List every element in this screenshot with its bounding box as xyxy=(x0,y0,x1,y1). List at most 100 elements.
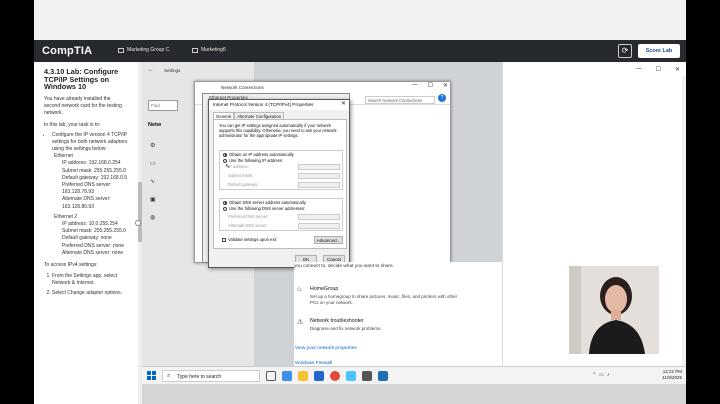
sharing-text: you connect to, decide what you want to … xyxy=(294,264,394,269)
task-view-icon[interactable] xyxy=(266,371,276,381)
score-lab-button[interactable]: Score Lab xyxy=(638,44,680,58)
task-item: Configure the IP version 4 TCP/IP settin… xyxy=(52,132,128,154)
network-app-icon[interactable] xyxy=(378,371,388,381)
homegroup-icon: ⌂ xyxy=(297,286,302,293)
system-tray: ⌃ ▭ ♪ xyxy=(592,372,609,378)
use-ip-radio-row[interactable]: Use the following IP address: xyxy=(223,158,283,163)
use-ip-label: Use the following IP address: xyxy=(229,158,284,163)
alternate-dns-field[interactable] xyxy=(298,223,340,229)
maximize-icon[interactable]: ☐ xyxy=(428,82,433,89)
taskbar-search-text: Type here to search xyxy=(177,374,222,380)
obtain-dns-label: Obtain DNS server address automatically xyxy=(229,200,306,205)
search-icon: ⌕ xyxy=(167,373,171,379)
homegroup-link[interactable]: HomeGroup xyxy=(310,286,338,292)
ipv4-properties-dialog: Internet Protocol Version 4 (TCP/IPv4) P… xyxy=(208,99,350,268)
ethernet-icon[interactable]: ▭ xyxy=(150,160,158,168)
store-icon[interactable] xyxy=(314,371,324,381)
windows-taskbar: ⌕ Type here to search ⌃ ▭ ♪ 12:22 PM 11/… xyxy=(142,366,686,384)
monitor-icon xyxy=(192,47,198,53)
ethernet2-label: Ethernet 2 xyxy=(54,213,78,220)
step-item: Select Change adapter options. xyxy=(52,290,128,297)
dns-group: Obtain DNS server address automatically … xyxy=(219,198,343,231)
reload-icon[interactable]: ⟳ xyxy=(618,44,632,58)
minimize-icon[interactable]: — xyxy=(636,66,642,73)
file-explorer-icon[interactable] xyxy=(298,371,308,381)
tab-marketing6[interactable]: Marketing6 xyxy=(192,47,226,53)
minimize-icon[interactable]: — xyxy=(412,82,418,89)
troubleshooter-icon: ⚠ xyxy=(297,319,304,326)
advanced-button[interactable]: Advanced... xyxy=(314,236,343,244)
ethernet-item: Alternate DNS server: 163.128.80.93 xyxy=(62,196,111,210)
chrome-icon[interactable] xyxy=(330,371,340,381)
task-intro: In this lab, your task is to: xyxy=(44,122,101,129)
ethernet-item: IP address: 192.168.0.254 xyxy=(62,160,121,167)
general-panel: You can get IP settings assigned automat… xyxy=(213,119,347,249)
use-dns-radio-row[interactable]: Use the following DNS server addresses: xyxy=(223,206,305,211)
obtain-ip-label: Obtain an IP address automatically xyxy=(229,152,294,157)
help-icon[interactable]: ? xyxy=(438,94,446,102)
preferred-dns-label: Preferred DNS server: xyxy=(228,214,269,219)
homegroup-description: Set up a homegroup to share pictures, mu… xyxy=(310,294,458,305)
settings-network-heading: Netw xyxy=(148,122,162,128)
default-gateway-field[interactable] xyxy=(298,182,340,188)
network-sharing-pane: you connect to, decide what you want to … xyxy=(294,262,502,372)
preferred-dns-field[interactable] xyxy=(298,214,340,220)
vpn-icon[interactable]: ▣ xyxy=(150,196,158,204)
view-properties-link[interactable]: View your network properties xyxy=(295,346,357,351)
chevron-up-icon[interactable]: ⌃ xyxy=(592,372,596,378)
ethernet-item: Preferred DNS server: 163.128.78.93 xyxy=(62,182,112,196)
back-arrow-icon[interactable]: ← xyxy=(148,67,154,73)
close-icon[interactable]: ✕ xyxy=(341,100,346,107)
step-item: From the Settings app, select Network & … xyxy=(52,273,128,287)
instructor-video xyxy=(569,266,659,354)
ethernet2-item: Alternate DNS server: none xyxy=(62,249,124,256)
ethernet2-item: Subnet mask: 255.255.255.0 xyxy=(62,228,126,235)
subnet-mask-field[interactable] xyxy=(298,173,340,179)
ethernet-item: Default gateway: 192.168.0.5 xyxy=(62,174,128,181)
obtain-dns-radio-row[interactable]: Obtain DNS server address automatically xyxy=(223,200,306,205)
troubleshooter-description: Diagnose and fix network problems. xyxy=(310,326,382,331)
obtain-ip-radio[interactable] xyxy=(223,152,227,157)
settings-find-input[interactable]: Find xyxy=(148,100,178,111)
ethernet-label: Ethernet xyxy=(54,153,73,160)
taskbar-search-input[interactable]: ⌕ Type here to search xyxy=(162,370,260,382)
subnet-mask-label: Subnet mask: xyxy=(228,173,254,178)
use-ip-radio[interactable] xyxy=(223,158,227,163)
wifi-icon[interactable]: ∿ xyxy=(150,178,158,186)
settings-title: Settings xyxy=(164,68,181,73)
ethernet2-item: Default gateway: none xyxy=(62,235,112,242)
taskbar-clock[interactable]: 12:22 PM 11/9/2025 xyxy=(662,369,682,381)
search-network-input[interactable]: Search Network Connections xyxy=(365,96,435,104)
tab-label: Marketing6 xyxy=(201,47,226,53)
ethernet-item: Subnet mask: 255.255.255.0 xyxy=(62,167,126,174)
panel-resize-handle[interactable] xyxy=(135,220,141,226)
obtain-dns-radio[interactable] xyxy=(223,200,227,205)
obtain-ip-radio-row[interactable]: Obtain an IP address automatically xyxy=(223,152,294,157)
windows-start-icon[interactable] xyxy=(147,371,157,381)
instructor-image xyxy=(569,266,659,354)
comptia-logo: CompTIA xyxy=(42,45,93,57)
maximize-icon[interactable]: ☐ xyxy=(656,66,661,73)
volume-icon[interactable]: ♪ xyxy=(607,372,610,378)
validate-checkbox[interactable] xyxy=(222,237,226,242)
edge-icon[interactable] xyxy=(282,371,292,381)
ip-address-field[interactable] xyxy=(298,164,340,170)
proxy-icon[interactable]: ◍ xyxy=(150,214,158,222)
app-icon[interactable] xyxy=(346,371,356,381)
use-dns-radio[interactable] xyxy=(223,206,227,211)
settings-icon[interactable] xyxy=(362,371,372,381)
close-icon[interactable]: ✕ xyxy=(443,82,448,89)
validate-row[interactable]: Validate settings upon exit xyxy=(222,237,277,242)
bottom-strip xyxy=(142,384,686,404)
lab-title: 4.3.10 Lab: Configure TCP/IP Settings on… xyxy=(44,67,119,92)
network-tray-icon[interactable]: ▭ xyxy=(599,372,604,378)
monitor-icon xyxy=(118,47,124,53)
troubleshooter-link[interactable]: Network troubleshooter xyxy=(310,318,364,324)
close-icon[interactable]: ✕ xyxy=(675,66,680,73)
tab-label: Marketing Group C xyxy=(127,47,170,53)
window-scrollbar[interactable] xyxy=(682,76,686,366)
access-intro: To access IPv4 settings: xyxy=(44,262,98,269)
default-gateway-label: Default gateway: xyxy=(228,182,259,187)
tab-marketing-group-c[interactable]: Marketing Group C xyxy=(118,47,169,53)
status-icon[interactable]: ⚙ xyxy=(150,142,158,150)
